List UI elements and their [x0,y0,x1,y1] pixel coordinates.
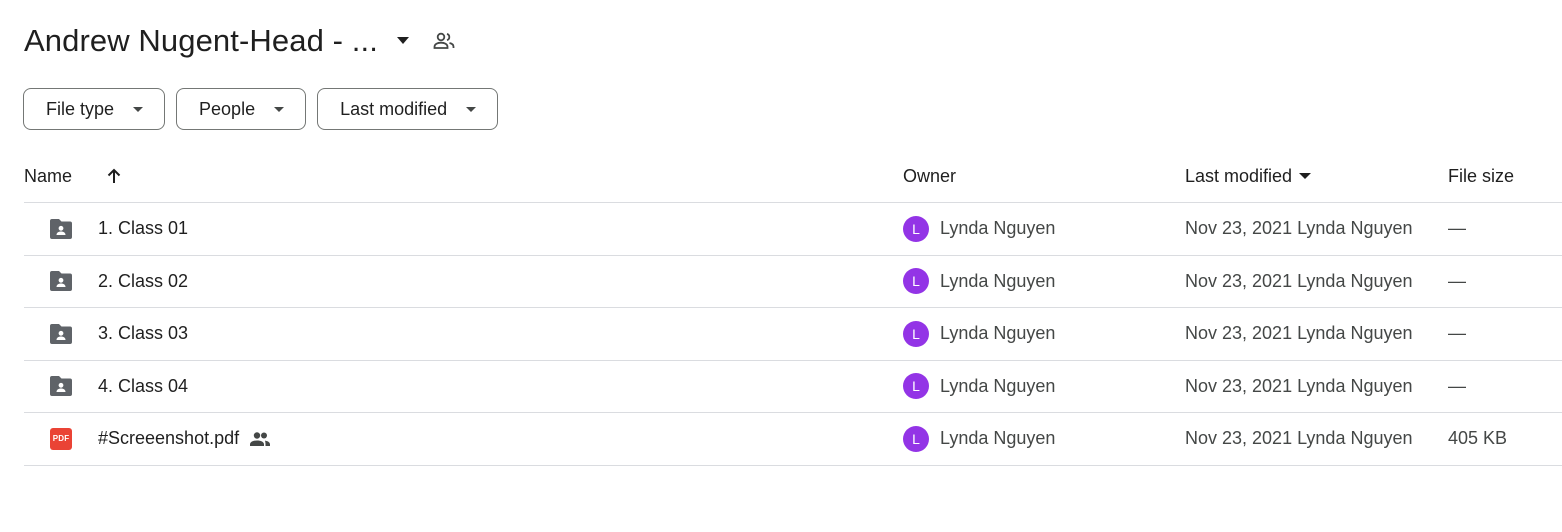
table-row[interactable]: 2. Class 02 L Lynda Nguyen Nov 23, 2021 … [24,256,1562,308]
file-size-cell: — [1448,218,1466,239]
folder-title[interactable]: Andrew Nugent-Head - ... [24,23,378,59]
column-header-label: Last modified [1185,165,1293,186]
file-size-cell: 405 KB [1448,428,1508,449]
chip-label: People [199,98,256,119]
last-modified-cell: Nov 23, 2021 Lynda Nguyen [1185,428,1413,449]
pdf-icon: PDF [46,413,76,465]
owner-cell: L Lynda Nguyen [903,308,1055,360]
table-row[interactable]: 4. Class 04 L Lynda Nguyen Nov 23, 2021 … [24,361,1562,413]
last-modified-cell: Nov 23, 2021 Lynda Nguyen [1185,218,1413,239]
shared-folder-icon [46,203,76,255]
file-name: #Screeenshot.pdf [98,428,240,449]
column-header-last-modified[interactable]: Last modified [1185,166,1312,187]
filter-chips: File type People Last modified [23,88,499,130]
file-table: Name Owner Last modified File size 1. Cl… [24,150,1562,466]
column-header-file-size[interactable]: File size [1448,166,1514,187]
shared-folder-icon [46,256,76,308]
caret-down-icon[interactable] [386,24,420,58]
pdf-badge: PDF [50,427,72,450]
shared-folder-icon [46,361,76,413]
file-name: 2. Class 02 [98,270,189,291]
drive-folder-view: Andrew Nugent-Head - ... File type Peopl… [0,0,1562,532]
column-header-owner[interactable]: Owner [903,166,956,187]
file-size-cell: — [1448,375,1466,396]
table-row[interactable]: 3. Class 03 L Lynda Nguyen Nov 23, 2021 … [24,308,1562,361]
caret-down-icon [465,106,477,113]
file-name-cell: #Screeenshot.pdf [98,413,271,465]
last-modified-filter-chip[interactable]: Last modified [317,88,499,130]
owner-name: Lynda Nguyen [940,428,1056,449]
people-filter-chip[interactable]: People [176,88,307,130]
owner-name: Lynda Nguyen [940,375,1056,396]
table-header: Name Owner Last modified File size [24,150,1562,203]
caret-down-icon [132,106,144,113]
avatar: L [903,268,929,295]
folder-header: Andrew Nugent-Head - ... [24,18,462,64]
file-type-filter-chip[interactable]: File type [23,88,166,130]
caret-down-icon [273,106,285,113]
last-modified-cell: Nov 23, 2021 Lynda Nguyen [1185,323,1413,344]
owner-cell: L Lynda Nguyen [903,256,1055,308]
last-modified-cell: Nov 23, 2021 Lynda Nguyen [1185,375,1413,396]
people-outline-icon[interactable] [426,23,462,59]
avatar: L [903,320,929,347]
avatar: L [903,215,929,242]
chip-label: File type [46,98,115,119]
owner-cell: L Lynda Nguyen [903,203,1055,255]
shared-people-icon [249,431,271,447]
file-name: 1. Class 01 [98,218,189,239]
table-row[interactable]: PDF #Screeenshot.pdf L Lynda Nguyen Nov … [24,413,1562,466]
file-size-cell: — [1448,270,1466,291]
shared-folder-icon [46,308,76,360]
file-size-cell: — [1448,323,1466,344]
avatar: L [903,373,929,400]
owner-name: Lynda Nguyen [940,323,1056,344]
caret-down-icon [1298,172,1312,180]
owner-name: Lynda Nguyen [940,218,1056,239]
owner-cell: L Lynda Nguyen [903,361,1055,413]
owner-name: Lynda Nguyen [940,270,1056,291]
column-header-name[interactable]: Name [24,166,72,187]
avatar: L [903,425,929,452]
chip-label: Last modified [340,98,448,119]
last-modified-cell: Nov 23, 2021 Lynda Nguyen [1185,270,1413,291]
arrow-up-icon[interactable] [102,164,126,188]
table-row[interactable]: 1. Class 01 L Lynda Nguyen Nov 23, 2021 … [24,203,1562,256]
file-name: 3. Class 03 [98,323,189,344]
file-name: 4. Class 04 [98,375,189,396]
owner-cell: L Lynda Nguyen [903,413,1055,465]
